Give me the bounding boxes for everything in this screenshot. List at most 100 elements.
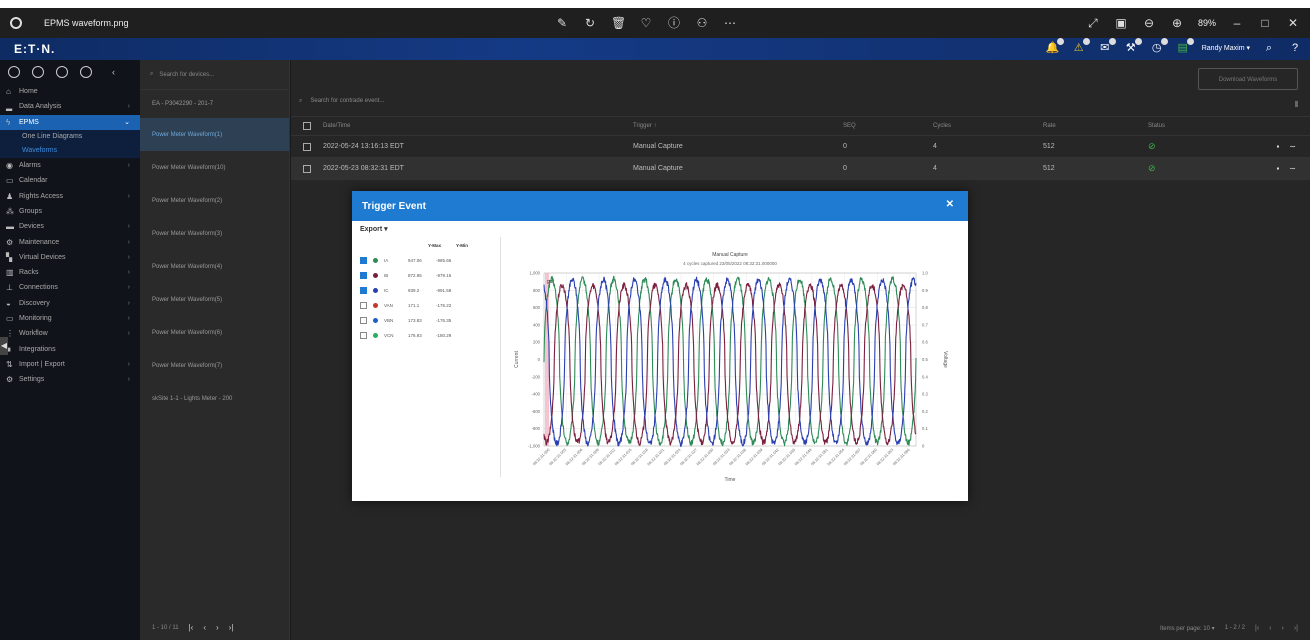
last-page-icon[interactable]: ›| (1294, 625, 1298, 632)
sidebar-item-racks[interactable]: ▥ Racks › (0, 265, 140, 280)
channel-checkbox[interactable] (360, 272, 367, 279)
next-page-icon[interactable]: › (1282, 625, 1284, 632)
sidebar-item-data-analysis[interactable]: ▂ Data Analysis › (0, 99, 140, 114)
list-icon[interactable] (56, 66, 68, 78)
trend-icon[interactable]: ∼ (1289, 164, 1296, 173)
user-menu[interactable]: Randy Maxim ▾ (1202, 44, 1250, 52)
sidebar-item-epms[interactable]: ϟ EPMS ⌄ (0, 114, 140, 130)
sidebar-item-home[interactable]: ⌂ Home (0, 84, 140, 99)
more-icon[interactable]: ⋯ (723, 15, 737, 31)
task-icon[interactable]: ▤ (1176, 38, 1194, 55)
select-all-checkbox[interactable] (303, 122, 311, 130)
items-per-page-select[interactable]: Items per page: 10 ▾ (1160, 625, 1215, 632)
sidebar-item-calendar[interactable]: ▭ Calendar (0, 173, 140, 188)
y-tick-label: 600 (533, 305, 541, 310)
share-icon[interactable]: ⚇ (695, 15, 709, 31)
fit-icon[interactable]: ▣ (1114, 15, 1128, 31)
wrench-icon[interactable]: ⚒ (1124, 38, 1142, 55)
col-status[interactable]: Status (1148, 123, 1238, 129)
channel-checkbox[interactable] (360, 287, 367, 294)
col-cycles[interactable]: Cycles (933, 123, 1043, 129)
warning-icon[interactable]: ⚠ (1072, 38, 1090, 55)
minimize-icon[interactable]: – (1230, 15, 1244, 31)
sidebar-sub-one-line-diagrams[interactable]: One Line Diagrams (0, 129, 140, 144)
trend-icon[interactable]: ∼ (1289, 142, 1296, 151)
expand-icon[interactable]: ⤢ (1086, 15, 1100, 31)
close-icon[interactable]: ✕ (946, 199, 954, 210)
table-row[interactable]: 2022-05-24 13:16:13 EDT Manual Capture 0… (291, 136, 1310, 158)
sidebar-item-connections[interactable]: ⊥ Connections › (0, 280, 140, 295)
device-item[interactable]: skSite 1-1 - Lights Meter - 200 (140, 382, 289, 415)
info-icon[interactable]: ⓘ (667, 15, 681, 31)
device-item[interactable]: Power Meter Waveform(6) (140, 316, 289, 349)
clock-icon[interactable]: ◷ (1150, 38, 1168, 55)
first-page-icon[interactable]: |‹ (1255, 625, 1259, 632)
y-tick-label: 1,000 (530, 271, 541, 276)
columns-icon[interactable]: ⦀ (1294, 100, 1298, 110)
edit-icon[interactable]: ✎ (555, 15, 569, 31)
row-checkbox[interactable] (303, 164, 311, 173)
device-item[interactable]: Power Meter Waveform(2) (140, 184, 289, 217)
y-tick-label: -400 (532, 392, 541, 397)
message-icon[interactable]: ✉ (1098, 38, 1116, 55)
help-icon[interactable]: ? (1288, 41, 1302, 55)
channel-checkbox[interactable] (360, 317, 367, 324)
col-rate[interactable]: Rate (1043, 123, 1148, 129)
sidebar-item-alarms[interactable]: ◉ Alarms › (0, 158, 140, 173)
zoom-in-icon[interactable]: ⊕ (1170, 15, 1184, 31)
delete-icon[interactable]: 🗑 (611, 15, 626, 31)
grid-icon[interactable] (8, 66, 20, 78)
maximize-icon[interactable]: □ (1258, 15, 1272, 31)
prev-page-icon[interactable]: ‹ (1269, 625, 1271, 632)
alarm-bell-icon[interactable]: 🔔 (1046, 38, 1064, 55)
sidebar-item-rights-access[interactable]: ♟ Rights Access › (0, 188, 140, 203)
table-row[interactable]: 2022-05-23 08:32:31 EDT Manual Capture 0… (291, 158, 1310, 180)
x-axis-label: Time (725, 477, 736, 483)
comment-icon[interactable]: ▪ (1276, 164, 1279, 173)
heart-icon[interactable]: ♡ (639, 15, 653, 31)
zoom-out-icon[interactable]: ⊖ (1142, 15, 1156, 31)
device-item[interactable]: Power Meter Waveform(4) (140, 250, 289, 283)
device-search-input[interactable]: ⌕ Search for devices... (140, 60, 289, 90)
device-item[interactable]: Power Meter Waveform(10) (140, 151, 289, 184)
collapse-chevron-icon[interactable]: ‹ (112, 67, 115, 77)
sidebar-item-maintenance[interactable]: ⚙ Maintenance › (0, 234, 140, 249)
row-checkbox[interactable] (303, 142, 311, 151)
channel-checkbox[interactable] (360, 257, 367, 264)
device-item[interactable]: Power Meter Waveform(7) (140, 349, 289, 382)
export-menu[interactable]: Export ▾ (360, 225, 388, 233)
close-icon[interactable]: ✕ (1286, 15, 1300, 31)
comment-icon[interactable]: ▪ (1276, 142, 1279, 151)
globe-icon[interactable] (32, 66, 44, 78)
sidebar-item-discovery[interactable]: ◒ Discovery › (0, 296, 140, 311)
sidebar-item-settings[interactable]: ⚙ Settings › (0, 372, 140, 387)
first-page-icon[interactable]: |‹ (189, 623, 194, 632)
device-item[interactable]: Power Meter Waveform(5) (140, 283, 289, 316)
import-icon: ⇅ (6, 359, 13, 369)
col-seq[interactable]: SEQ (843, 123, 933, 129)
collapse-panel-icon[interactable]: ◀ (0, 337, 8, 355)
next-page-icon[interactable]: › (216, 623, 219, 632)
device-item[interactable]: Power Meter Waveform(3) (140, 217, 289, 250)
event-search-input[interactable]: ⌕ Search for contrade event... (299, 98, 384, 105)
y-tick-label: -600 (532, 409, 541, 414)
sidebar-item-import-export[interactable]: ⇅ Import | Export › (0, 357, 140, 372)
channel-checkbox[interactable] (360, 332, 367, 339)
device-item[interactable]: Power Meter Waveform(1) (140, 118, 289, 151)
sidebar-item-groups[interactable]: ⁂ Groups (0, 204, 140, 219)
sidebar-sub-waveforms[interactable]: Waveforms (0, 143, 140, 158)
download-waveforms-button[interactable]: Download Waveforms (1198, 68, 1298, 90)
target-icon[interactable] (80, 66, 92, 78)
sidebar-item-workflow[interactable]: ⋮ Workflow › (0, 326, 140, 341)
channel-checkbox[interactable] (360, 302, 367, 309)
prev-page-icon[interactable]: ‹ (203, 623, 206, 632)
search-icon[interactable]: ⌕ (1262, 41, 1276, 55)
col-datetime[interactable]: Date/Time (323, 123, 633, 129)
sidebar-item-monitoring[interactable]: ▭ Monitoring › (0, 311, 140, 326)
sidebar-item-integrations[interactable]: ■ Integrations (0, 341, 140, 356)
sidebar-item-virtual-devices[interactable]: ▚ Virtual Devices › (0, 250, 140, 265)
rotate-icon[interactable]: ↻ (583, 15, 597, 31)
last-page-icon[interactable]: ›| (229, 623, 234, 632)
sidebar-item-devices[interactable]: ▬ Devices › (0, 219, 140, 234)
col-trigger[interactable]: Trigger ↑ (633, 123, 843, 129)
